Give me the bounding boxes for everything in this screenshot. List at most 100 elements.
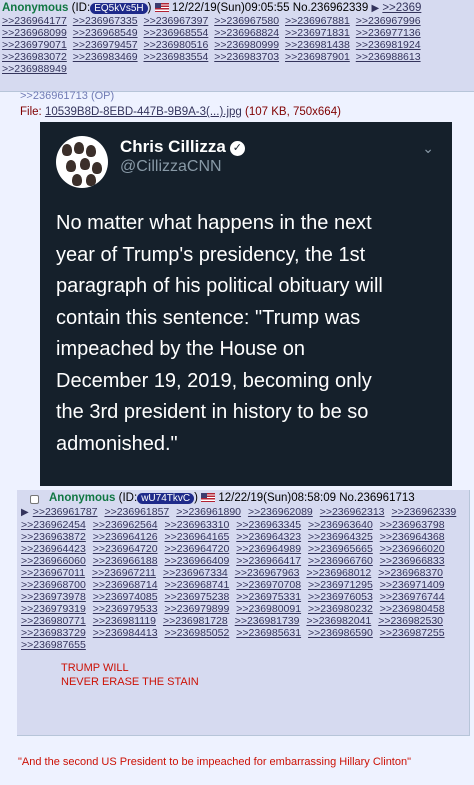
backlink[interactable]: >>236967963 bbox=[235, 567, 300, 579]
backlink[interactable]: >>236980999 bbox=[214, 39, 279, 51]
backlink[interactable]: >>236964720 bbox=[165, 543, 230, 555]
backlink[interactable]: >>236968554 bbox=[144, 27, 209, 39]
backlink[interactable]: >>236964323 bbox=[236, 531, 301, 543]
backlink[interactable]: >>236963310 bbox=[165, 519, 230, 531]
backlink[interactable]: >>236964423 bbox=[21, 543, 86, 555]
backlink[interactable]: >>236966417 bbox=[236, 555, 301, 567]
backlink[interactable]: >>236963640 bbox=[308, 519, 373, 531]
backlink[interactable]: >>236964720 bbox=[93, 543, 158, 555]
backlink[interactable]: >>236967011 bbox=[21, 567, 85, 579]
backlink[interactable]: >>236964165 bbox=[165, 531, 230, 543]
backlink[interactable]: >>236983729 bbox=[21, 627, 86, 639]
backlink[interactable]: >>236962339 bbox=[391, 506, 456, 518]
backlink[interactable]: >>236979071 bbox=[2, 39, 67, 51]
backlink[interactable]: >>236964368 bbox=[380, 531, 445, 543]
backlink[interactable]: >>236962089 bbox=[248, 506, 313, 518]
file-name-link[interactable]: 10539B8D-8EBD-447B-9B9A-3(...).jpg bbox=[45, 106, 242, 118]
backlink[interactable]: >>236983703 bbox=[214, 51, 279, 63]
poster-id-badge[interactable]: EQ5kVs5H bbox=[90, 3, 148, 14]
backlink[interactable]: >>236984413 bbox=[93, 627, 158, 639]
backlink[interactable]: >>236968714 bbox=[93, 579, 158, 591]
backlink[interactable]: >>236966833 bbox=[380, 555, 445, 567]
backlink[interactable]: >>236968741 bbox=[165, 579, 230, 591]
backlink[interactable]: >>236967211 bbox=[92, 567, 156, 579]
backlink[interactable]: >>236982530 bbox=[378, 615, 443, 627]
backlink[interactable]: >>236980232 bbox=[308, 603, 373, 615]
backlink[interactable]: >>236973978 bbox=[21, 591, 86, 603]
backlink[interactable]: >>236966060 bbox=[21, 555, 86, 567]
backlink[interactable]: >>236968012 bbox=[306, 567, 371, 579]
backlink[interactable]: >>236979319 bbox=[21, 603, 86, 615]
backlink[interactable]: >>236963345 bbox=[236, 519, 301, 531]
backlink[interactable]: >>236987655 bbox=[21, 639, 86, 651]
backlink[interactable]: >>236979899 bbox=[165, 603, 230, 615]
post-number[interactable]: No.236962339 bbox=[293, 2, 368, 14]
backlink[interactable]: >>236981739 bbox=[235, 615, 300, 627]
backlink[interactable]: >>236971831 bbox=[285, 27, 350, 39]
backlink[interactable]: >>236967881 bbox=[285, 15, 350, 27]
backlink[interactable]: >>236985052 bbox=[165, 627, 230, 639]
backlink[interactable]: >>236968370 bbox=[378, 567, 443, 579]
backlink[interactable]: >>236986590 bbox=[308, 627, 373, 639]
backlink[interactable]: >>236967996 bbox=[356, 15, 421, 27]
backlink[interactable]: >>236975331 bbox=[236, 591, 301, 603]
backlink[interactable]: >>236966409 bbox=[165, 555, 230, 567]
backlink[interactable]: >>236981119 bbox=[93, 615, 156, 627]
backlink[interactable]: >>236987255 bbox=[380, 627, 445, 639]
backlink[interactable]: >>236967334 bbox=[163, 567, 228, 579]
backlink[interactable]: >>236985631 bbox=[236, 627, 301, 639]
backlink[interactable]: >>236967397 bbox=[144, 15, 209, 27]
backlink[interactable]: >>236964177 bbox=[2, 15, 67, 27]
backlink[interactable]: >>236982041 bbox=[306, 615, 371, 627]
backlink[interactable]: >>236968099 bbox=[2, 27, 67, 39]
backlink[interactable]: >>236988613 bbox=[356, 51, 421, 63]
backlink[interactable]: >>236970708 bbox=[236, 579, 301, 591]
backlink[interactable]: >>236968824 bbox=[214, 27, 279, 39]
backlink[interactable]: >>236971409 bbox=[380, 579, 445, 591]
tweet-image[interactable]: Chris Cillizza ✓ @CillizzaCNN ⌄ No matter… bbox=[40, 122, 452, 486]
post-menu-arrow-icon[interactable]: ▶ bbox=[371, 3, 379, 14]
backlink[interactable]: >>236971295 bbox=[308, 579, 373, 591]
backlink[interactable]: >>236981924 bbox=[356, 39, 421, 51]
op-quote-link[interactable]: >>236961713 (OP) bbox=[20, 90, 114, 102]
backlink[interactable]: >>236963798 bbox=[380, 519, 445, 531]
backlink[interactable]: >>236967580 bbox=[214, 15, 279, 27]
backlink[interactable]: >>236975238 bbox=[165, 591, 230, 603]
backlink[interactable]: >>236962564 bbox=[93, 519, 158, 531]
reply-link[interactable]: >>2369 bbox=[382, 2, 421, 14]
backlink[interactable]: >>236988949 bbox=[2, 63, 67, 75]
backlink[interactable]: >>236964325 bbox=[308, 531, 373, 543]
backlink[interactable]: >>236962454 bbox=[21, 519, 86, 531]
poster-id-badge[interactable]: wU74TkvC bbox=[137, 493, 195, 504]
post-select-checkbox[interactable] bbox=[30, 495, 39, 504]
backlink[interactable]: >>236965665 bbox=[308, 543, 373, 555]
backlink[interactable]: >>236976744 bbox=[380, 591, 445, 603]
backlink[interactable]: >>236983072 bbox=[2, 51, 67, 63]
backlink[interactable]: >>236980091 bbox=[236, 603, 301, 615]
backlink[interactable]: >>236966760 bbox=[308, 555, 373, 567]
backlink[interactable]: >>236980458 bbox=[380, 603, 445, 615]
backlink[interactable]: >>236968700 bbox=[21, 579, 86, 591]
backlink[interactable]: >>236966188 bbox=[93, 555, 158, 567]
backlink[interactable]: >>236962313 bbox=[320, 506, 385, 518]
backlink[interactable]: >>236963872 bbox=[21, 531, 86, 543]
backlink[interactable]: >>236981728 bbox=[163, 615, 228, 627]
backlink[interactable]: >>236987901 bbox=[285, 51, 350, 63]
backlink[interactable]: >>236974085 bbox=[93, 591, 158, 603]
backlink[interactable]: >>236977136 bbox=[356, 27, 421, 39]
backlink[interactable]: >>236976053 bbox=[308, 591, 373, 603]
backlink[interactable]: >>236961890 bbox=[176, 506, 241, 518]
backlink[interactable]: >>236980516 bbox=[144, 39, 209, 51]
backlink[interactable]: >>236979457 bbox=[73, 39, 138, 51]
post-menu-arrow-icon[interactable]: ▶ bbox=[21, 507, 29, 518]
post-number[interactable]: No.236961713 bbox=[339, 492, 414, 504]
backlink[interactable]: >>236961787 bbox=[33, 506, 98, 518]
backlink[interactable]: >>236966020 bbox=[380, 543, 445, 555]
backlink[interactable]: >>236979533 bbox=[93, 603, 158, 615]
backlink[interactable]: >>236981438 bbox=[285, 39, 350, 51]
backlink[interactable]: >>236967335 bbox=[73, 15, 138, 27]
backlink[interactable]: >>236961857 bbox=[104, 506, 169, 518]
backlink[interactable]: >>236983469 bbox=[73, 51, 138, 63]
backlink[interactable]: >>236983554 bbox=[144, 51, 209, 63]
backlink[interactable]: >>236980771 bbox=[21, 615, 86, 627]
